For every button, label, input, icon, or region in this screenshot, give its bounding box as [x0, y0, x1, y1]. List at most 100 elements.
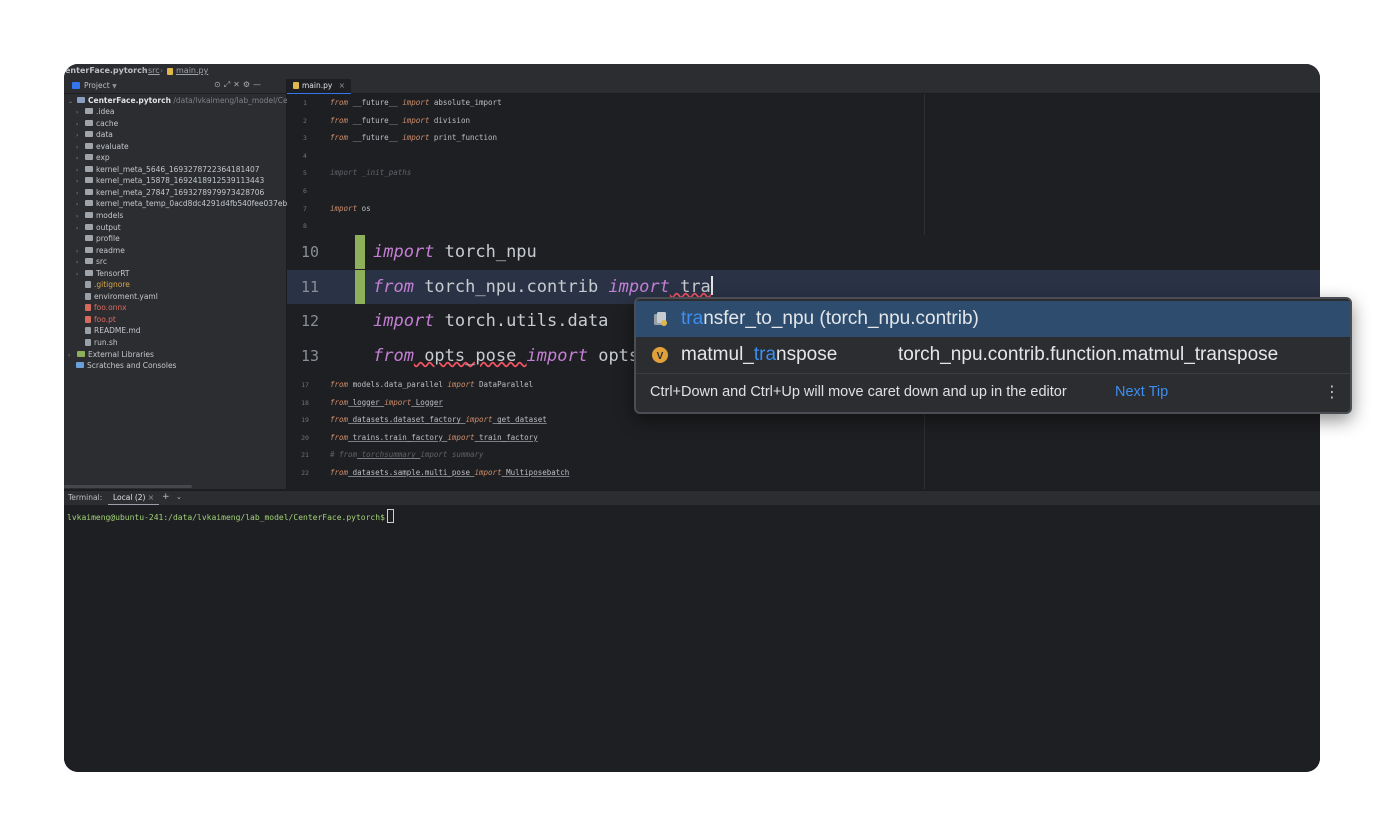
code-token: summary: [447, 450, 484, 460]
code-token: logger: [348, 397, 385, 407]
external-libraries[interactable]: › External Libraries: [68, 349, 154, 360]
tree-item[interactable]: › cache: [68, 118, 118, 129]
code-text: import torch.utils.data: [373, 304, 608, 338]
close-icon[interactable]: ×: [339, 81, 345, 90]
more-options-icon[interactable]: ⋮: [1324, 384, 1340, 400]
tree-item[interactable]: enviroment.yaml: [68, 291, 158, 302]
code-token-keyword: from: [330, 415, 349, 425]
breadcrumb-project[interactable]: enterFace.pytorch: [65, 66, 148, 75]
completion-item[interactable]: transfer_to_npu (torch_npu.contrib): [636, 301, 1350, 337]
tree-item[interactable]: › TensorRT: [68, 268, 130, 279]
tree-item[interactable]: › kernel_meta_27847_1693278979973428706: [68, 187, 264, 198]
tree-root[interactable]: ⌄ CenterFace.pytorch /data/lvkaimeng/lab_…: [68, 95, 292, 106]
chevron-right-icon[interactable]: ›: [76, 107, 85, 118]
chevron-right-icon[interactable]: ›: [76, 211, 85, 222]
chevron-right-icon[interactable]: ›: [76, 246, 85, 257]
completion-rest: nspose: [776, 344, 838, 365]
line-number: 13: [300, 346, 320, 365]
code-line[interactable]: from models.data_parallel import DataPar…: [330, 380, 533, 389]
tree-item[interactable]: foo.pt: [68, 314, 116, 325]
text-caret: [710, 275, 713, 295]
code-line[interactable]: import _init_paths: [330, 168, 411, 177]
tree-item[interactable]: foo.onnx: [68, 302, 127, 313]
tree-item-label: readme: [96, 245, 125, 255]
completion-match: tra: [681, 308, 704, 329]
chevron-right-icon[interactable]: ›: [76, 142, 85, 153]
terminal-tab-local[interactable]: Local (2) ×: [108, 492, 160, 505]
chevron-down-icon[interactable]: ⌄: [176, 493, 182, 501]
breadcrumb-file[interactable]: main.py: [176, 66, 208, 75]
chevron-down-icon[interactable]: ▼: [112, 83, 117, 90]
minimize-icon[interactable]: —: [253, 80, 264, 89]
tree-item[interactable]: › readme: [68, 245, 125, 256]
collapse-icon[interactable]: ✕: [233, 80, 243, 89]
tree-item[interactable]: › kernel_meta_5646_1693278722364181407: [68, 164, 260, 175]
tree-item-label: README.md: [94, 326, 141, 336]
tree-item-label: output: [96, 222, 121, 232]
chevron-right-icon[interactable]: ›: [76, 165, 85, 176]
tree-item[interactable]: .gitignore: [68, 279, 130, 290]
locate-icon[interactable]: ⊙: [214, 80, 224, 89]
line-number: 2: [303, 116, 307, 125]
code-line[interactable]: from __future__ import absolute_import: [330, 98, 502, 107]
settings-icon[interactable]: ⚙: [243, 80, 253, 89]
chevron-right-icon[interactable]: ›: [76, 188, 85, 199]
code-token-keyword: import: [526, 345, 588, 366]
chevron-right-icon[interactable]: ›: [76, 119, 85, 130]
chevron-right-icon[interactable]: ›: [76, 130, 85, 141]
line-number: 1: [303, 99, 307, 107]
python-package-icon: [654, 312, 667, 326]
chevron-right-icon[interactable]: ›: [76, 199, 85, 210]
tree-item[interactable]: › data: [68, 129, 113, 140]
scratches-label: Scratches and Consoles: [87, 361, 177, 371]
tree-item[interactable]: profile: [68, 233, 120, 244]
code-token: datasets.sample.multi_pose: [348, 468, 475, 477]
tab-main-py[interactable]: main.py ×: [287, 79, 352, 95]
terminal-prompt-text: lvkaimeng@ubuntu-241:/data/lvkaimeng/lab…: [67, 513, 385, 522]
code-line[interactable]: from logger import Logger: [330, 398, 443, 407]
tree-item-label: cache: [96, 118, 119, 128]
tree-item[interactable]: › .idea: [68, 106, 114, 117]
chevron-right-icon[interactable]: ›: [76, 153, 85, 164]
chevron-right-icon[interactable]: ›: [76, 176, 85, 187]
code-line[interactable]: import os: [330, 204, 371, 213]
tree-item[interactable]: README.md: [68, 325, 141, 336]
terminal-label: Terminal:: [68, 493, 103, 502]
breadcrumb-folder[interactable]: src: [148, 66, 160, 75]
code-line[interactable]: 10 import torch_npu: [287, 235, 1320, 269]
next-tip-link[interactable]: Next Tip: [1115, 374, 1168, 411]
plus-icon[interactable]: +: [162, 492, 170, 502]
scratches-and-consoles[interactable]: Scratches and Consoles: [76, 360, 176, 371]
code-token-keyword: from: [373, 345, 414, 366]
code-line[interactable]: from __future__ import division: [330, 116, 470, 125]
python-file-icon: [293, 82, 299, 89]
tree-item[interactable]: › models: [68, 210, 123, 221]
code-line[interactable]: from __future__ import print_function: [330, 133, 497, 142]
tree-item-label: src: [96, 257, 107, 267]
tree-item[interactable]: › output: [68, 222, 121, 233]
tree-item[interactable]: › kernel_meta_15878_1692418912539113443: [68, 175, 264, 186]
code-line[interactable]: from datasets.dataset_factory import get…: [330, 415, 547, 424]
tree-item[interactable]: › src: [68, 256, 107, 267]
tree-item[interactable]: › evaluate: [68, 141, 129, 152]
code-token: torchsummary: [357, 450, 421, 460]
code-line[interactable]: from datasets.sample.multi_pose import M…: [330, 468, 569, 477]
chevron-right-icon[interactable]: ›: [76, 269, 85, 280]
expand-icon[interactable]: ⤢: [224, 80, 233, 89]
terminal-prompt[interactable]: lvkaimeng@ubuntu-241:/data/lvkaimeng/lab…: [67, 509, 394, 523]
project-panel-title[interactable]: Project ▼: [84, 81, 117, 90]
code-line[interactable]: from trains.train_factory import train_f…: [330, 433, 538, 442]
completion-item[interactable]: V matmul_transpose torch_npu.contrib.fun…: [636, 337, 1350, 373]
close-icon[interactable]: ×: [148, 493, 154, 502]
sidebar-scrollbar[interactable]: [64, 485, 192, 488]
tree-item[interactable]: › exp: [68, 152, 110, 163]
chevron-right-icon[interactable]: ›: [76, 257, 85, 268]
chevron-right-icon[interactable]: ›: [68, 350, 77, 361]
code-token: trains.train_factory: [348, 432, 448, 442]
code-token-keyword: import: [474, 468, 502, 477]
tree-item[interactable]: run.sh: [68, 337, 118, 348]
line-number: 22: [301, 469, 309, 477]
chevron-right-icon[interactable]: ›: [76, 223, 85, 234]
tree-item[interactable]: › kernel_meta_temp_0acd8dc4291d4fb540fee0…: [68, 198, 292, 209]
code-line[interactable]: # from torchsummary import summary: [330, 450, 484, 459]
